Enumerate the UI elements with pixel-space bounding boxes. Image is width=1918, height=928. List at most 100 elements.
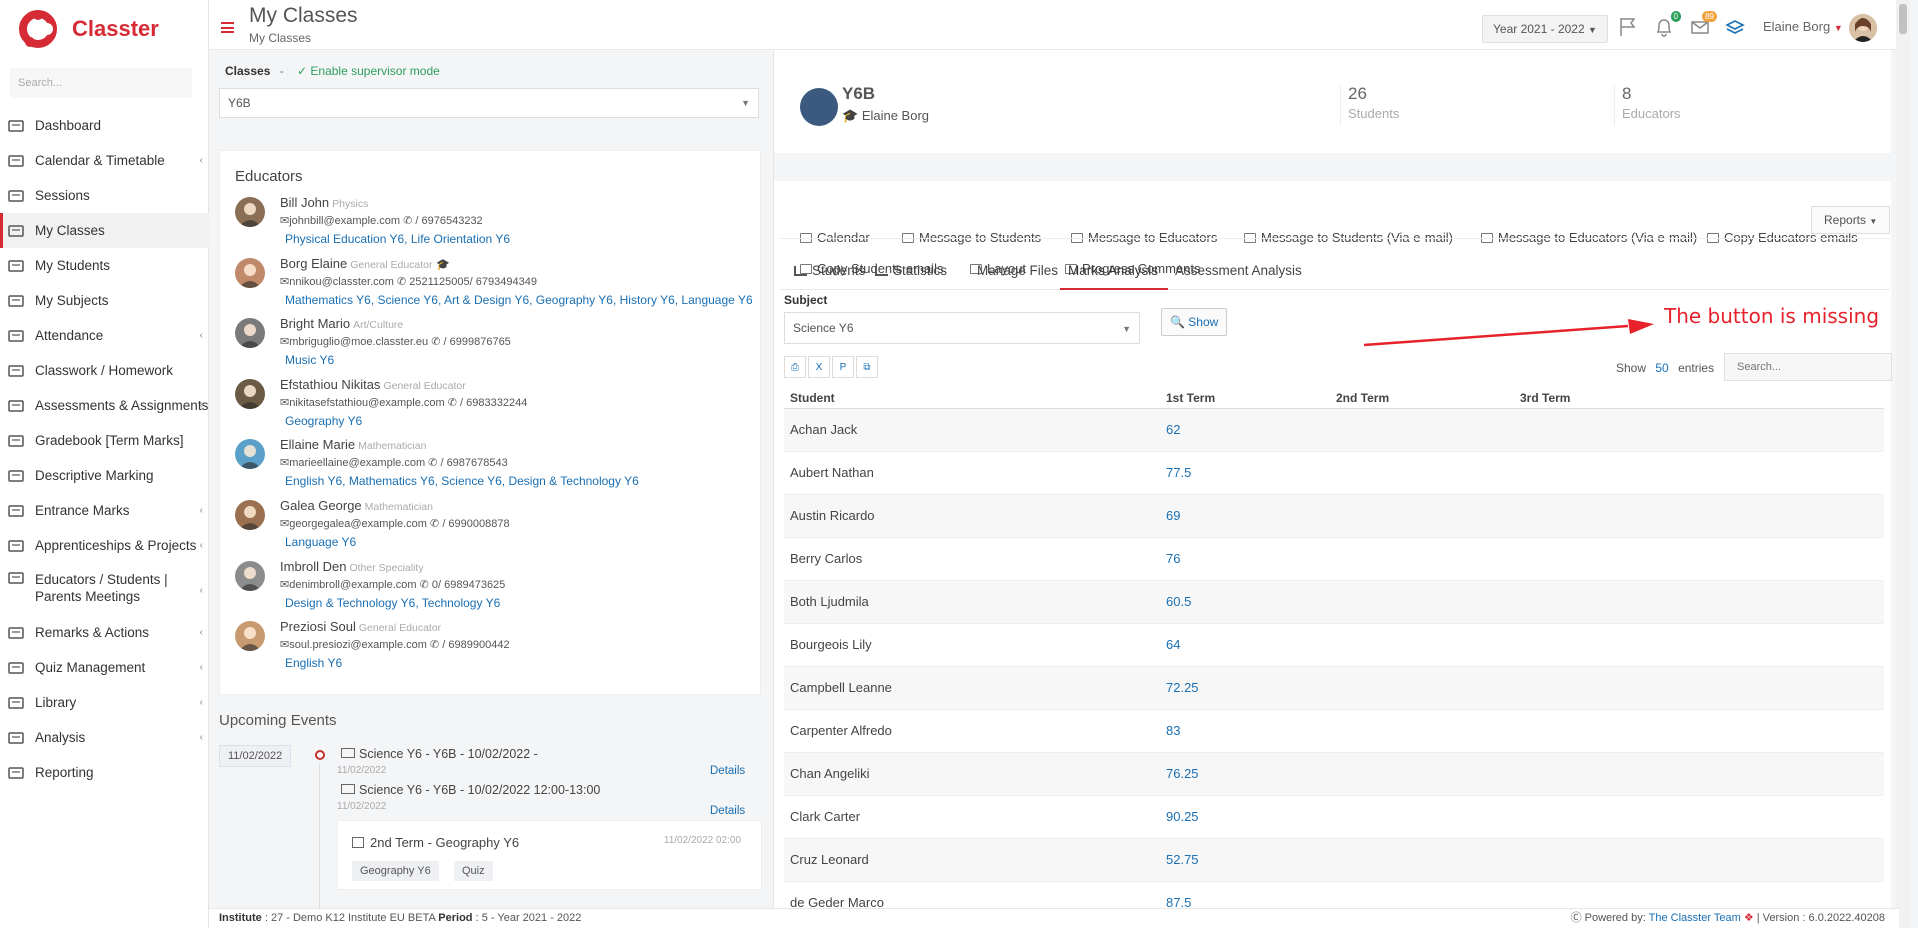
event-item[interactable]: Science Y6 - Y6B - 10/02/2022 12:00-13:0… bbox=[341, 783, 600, 797]
scrollbar-thumb[interactable] bbox=[1899, 4, 1907, 34]
subject-select[interactable]: Science Y6 ▼ bbox=[784, 312, 1140, 344]
sidebar-item-my-subjects[interactable]: My Subjects bbox=[0, 283, 209, 318]
table-row[interactable]: Both Ljudmila 60.5 bbox=[784, 580, 1884, 624]
educator-subjects[interactable]: English Y6 bbox=[285, 656, 342, 670]
tab-assessment-analysis[interactable]: Assessment Analysis bbox=[1175, 263, 1302, 278]
term3-mark bbox=[1514, 752, 1884, 796]
sidebar-item-apprenticeships-projects[interactable]: Apprenticeships & Projects ‹ bbox=[0, 528, 209, 563]
flag-icon[interactable] bbox=[1617, 16, 1639, 38]
sidebar-item-analysis[interactable]: Analysis ‹ bbox=[0, 720, 209, 755]
hamburger-menu-icon[interactable] bbox=[221, 22, 234, 33]
sidebar-item-attendance[interactable]: Attendance ‹ bbox=[0, 318, 209, 353]
column-header-student[interactable]: Student bbox=[784, 388, 1160, 409]
avatar[interactable] bbox=[1849, 14, 1877, 42]
table-row[interactable]: Clark Carter 90.25 bbox=[784, 795, 1884, 839]
table-search-input[interactable] bbox=[1724, 353, 1892, 381]
sidebar-item-my-students[interactable]: My Students bbox=[0, 248, 209, 283]
sidebar-item-remarks-actions[interactable]: Remarks & Actions ‹ bbox=[0, 615, 209, 650]
educator-email[interactable]: nikitasefstathiou@example.com bbox=[289, 397, 444, 409]
column-header-term1[interactable]: 1st Term bbox=[1160, 388, 1330, 409]
sidebar-item-sessions[interactable]: Sessions bbox=[0, 178, 209, 213]
event-item[interactable]: Science Y6 - Y6B - 10/02/2022 - bbox=[341, 747, 538, 761]
logo[interactable]: Classter bbox=[18, 8, 159, 50]
table-row[interactable]: Berry Carlos 76 bbox=[784, 537, 1884, 581]
copy-icon[interactable]: ⧉ bbox=[856, 356, 878, 378]
tab-manage-files[interactable]: Manage Files bbox=[977, 263, 1058, 278]
educator-email[interactable]: denimbroll@example.com bbox=[289, 579, 416, 591]
scrollbar[interactable] bbox=[1896, 0, 1910, 928]
educator-subjects[interactable]: Language Y6 bbox=[285, 535, 356, 549]
educator-email[interactable]: soul.presiozi@example.com bbox=[289, 639, 427, 651]
term1-mark[interactable]: 72.25 bbox=[1160, 666, 1330, 710]
show-entries-prefix: Show bbox=[1616, 361, 1647, 375]
term1-mark[interactable]: 60.5 bbox=[1160, 580, 1330, 624]
year-selector[interactable]: Year 2021 - 2022 ▼ bbox=[1482, 15, 1608, 43]
term1-mark[interactable]: 52.75 bbox=[1160, 838, 1330, 882]
sidebar-item-educators-students-parents-meetings[interactable]: Educators / Students | Parents Meetings ‹ bbox=[0, 563, 209, 615]
term1-mark[interactable]: 87.5 bbox=[1160, 881, 1330, 910]
print-icon[interactable]: ⎙ bbox=[784, 356, 806, 378]
educator-subjects[interactable]: Design & Technology Y6, Technology Y6 bbox=[285, 596, 500, 610]
term1-mark[interactable]: 62 bbox=[1160, 408, 1330, 452]
educator-email[interactable]: mbriguglio@moe.classter.eu bbox=[289, 336, 428, 348]
sidebar-search-input[interactable] bbox=[10, 68, 192, 98]
entries-count-select[interactable]: 50 bbox=[1655, 361, 1668, 375]
table-row[interactable]: de Geder Marco 87.5 bbox=[784, 881, 1884, 910]
tab-statistics[interactable]: Statistics bbox=[875, 263, 947, 278]
sidebar-item-descriptive-marking[interactable]: Descriptive Marking bbox=[0, 458, 209, 493]
column-header-term3[interactable]: 3rd Term bbox=[1514, 388, 1884, 409]
educator-subjects[interactable]: English Y6, Mathematics Y6, Science Y6, … bbox=[285, 474, 639, 488]
table-row[interactable]: Cruz Leonard 52.75 bbox=[784, 838, 1884, 882]
term1-mark[interactable]: 77.5 bbox=[1160, 451, 1330, 495]
sidebar-item-classwork-homework[interactable]: Classwork / Homework bbox=[0, 353, 209, 388]
class-select[interactable]: Y6B ▼ bbox=[219, 88, 759, 118]
sidebar-item-dashboard[interactable]: Dashboard bbox=[0, 108, 209, 143]
user-menu[interactable]: Elaine Borg ▼ bbox=[1763, 19, 1843, 34]
tab-students[interactable]: Students bbox=[794, 263, 865, 278]
reports-dropdown-button[interactable]: Reports ▼ bbox=[1811, 206, 1891, 234]
layers-icon[interactable] bbox=[1724, 16, 1746, 38]
table-row[interactable]: Achan Jack 62 bbox=[784, 408, 1884, 452]
term1-mark[interactable]: 83 bbox=[1160, 709, 1330, 753]
educator-subjects[interactable]: Mathematics Y6, Science Y6, Art & Design… bbox=[285, 293, 753, 307]
table-row[interactable]: Austin Ricardo 69 bbox=[784, 494, 1884, 538]
educator-email[interactable]: nnikou@classter.com bbox=[289, 276, 394, 288]
educator-subjects[interactable]: Music Y6 bbox=[285, 353, 334, 367]
term1-mark[interactable]: 76 bbox=[1160, 537, 1330, 581]
educator-email[interactable]: georgegalea@example.com bbox=[289, 518, 427, 530]
column-header-term2[interactable]: 2nd Term bbox=[1330, 388, 1514, 409]
table-row[interactable]: Aubert Nathan 77.5 bbox=[784, 451, 1884, 495]
sidebar-item-assessments-assignments[interactable]: Assessments & Assignments ‹ bbox=[0, 388, 209, 423]
term1-mark[interactable]: 76.25 bbox=[1160, 752, 1330, 796]
event-card[interactable]: 2nd Term - Geography Y6 11/02/2022 02:00… bbox=[337, 820, 762, 890]
messages-button[interactable]: 89 bbox=[1689, 11, 1717, 38]
table-row[interactable]: Campbell Leanne 72.25 bbox=[784, 666, 1884, 710]
term1-mark[interactable]: 64 bbox=[1160, 623, 1330, 667]
pdf-export-icon[interactable]: P bbox=[832, 356, 854, 378]
tab-marks-analysis[interactable]: Marks Analysis bbox=[1068, 263, 1158, 278]
event-details-link[interactable]: Details bbox=[710, 765, 745, 777]
educator-email[interactable]: johnbill@example.com bbox=[289, 215, 400, 227]
classter-team-link[interactable]: The Classter Team bbox=[1649, 912, 1741, 924]
table-row[interactable]: Bourgeois Lily 64 bbox=[784, 623, 1884, 667]
educator-phone: / 6976543232 bbox=[415, 215, 483, 227]
sidebar-item-library[interactable]: Library ‹ bbox=[0, 685, 209, 720]
educator-subjects[interactable]: Physical Education Y6, Life Orientation … bbox=[285, 232, 510, 246]
event-details-link[interactable]: Details bbox=[710, 805, 745, 817]
sidebar-item-calendar-timetable[interactable]: Calendar & Timetable ‹ bbox=[0, 143, 209, 178]
term1-mark[interactable]: 69 bbox=[1160, 494, 1330, 538]
show-button[interactable]: 🔍 Show bbox=[1161, 308, 1228, 336]
excel-export-icon[interactable]: X bbox=[808, 356, 830, 378]
table-row[interactable]: Carpenter Alfredo 83 bbox=[784, 709, 1884, 753]
enable-supervisor-link[interactable]: ✓ Enable supervisor mode bbox=[297, 64, 440, 78]
sidebar-item-entrance-marks[interactable]: Entrance Marks ‹ bbox=[0, 493, 209, 528]
sidebar-item-quiz-management[interactable]: Quiz Management ‹ bbox=[0, 650, 209, 685]
educator-subjects[interactable]: Geography Y6 bbox=[285, 414, 362, 428]
notifications-button[interactable]: 0 bbox=[1653, 11, 1681, 38]
sidebar-item-gradebook-term-marks[interactable]: Gradebook [Term Marks] bbox=[0, 423, 209, 458]
sidebar-item-reporting[interactable]: Reporting bbox=[0, 755, 209, 790]
educator-email[interactable]: marieellaine@example.com bbox=[289, 457, 425, 469]
table-row[interactable]: Chan Angeliki 76.25 bbox=[784, 752, 1884, 796]
sidebar-item-my-classes[interactable]: My Classes bbox=[0, 213, 209, 248]
term1-mark[interactable]: 90.25 bbox=[1160, 795, 1330, 839]
